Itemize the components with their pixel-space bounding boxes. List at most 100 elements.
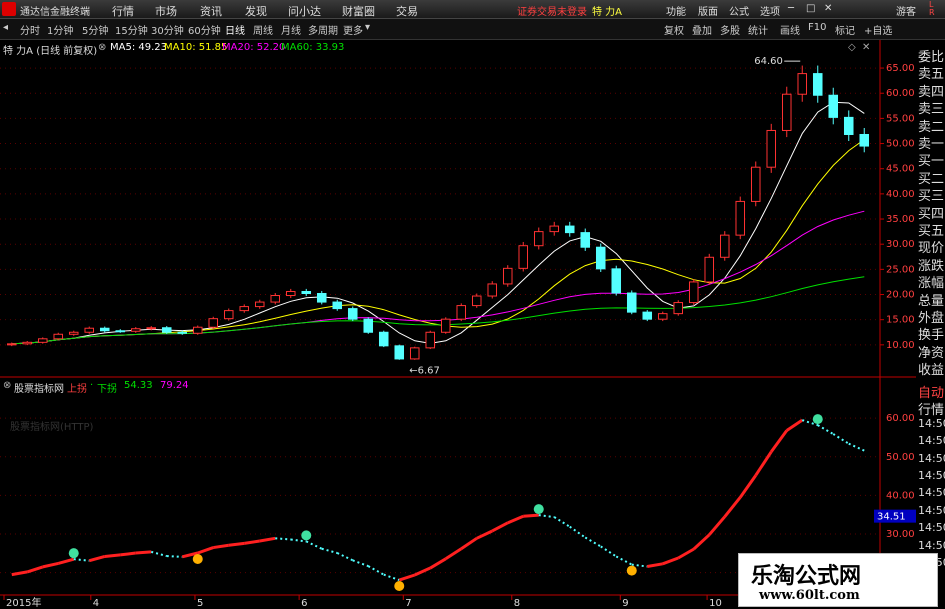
chart-close-icon[interactable]: ✕ [862, 42, 870, 53]
candle-up [719, 234, 730, 258]
candle-down [115, 330, 126, 333]
side-panel-label[interactable]: 14:50 [918, 486, 945, 499]
side-panel-label[interactable]: 涨幅 [918, 272, 944, 291]
add-watchlist-button[interactable]: +自选 [864, 22, 892, 37]
side-panel-label[interactable]: 买五 [918, 220, 944, 239]
side-panel-label[interactable]: 涨跌 [918, 255, 944, 274]
period-tab-monthly[interactable]: 月线 [281, 22, 301, 37]
menu-item-trade[interactable]: 交易 [396, 3, 418, 19]
menu-item-layout[interactable]: 版面 [698, 3, 718, 18]
period-tab-multi[interactable]: 多周期 [308, 22, 338, 37]
side-panel-label[interactable]: 14:50 [918, 434, 945, 447]
login-notice[interactable]: 证券交易未登录 [517, 3, 587, 18]
period-tab-daily[interactable]: 日线 [225, 22, 245, 37]
tool-mark[interactable]: 标记 [835, 22, 855, 37]
menu-item-formula[interactable]: 公式 [729, 3, 749, 18]
side-panel-label[interactable]: 卖一 [918, 133, 944, 152]
side-panel-label[interactable]: 总量 [918, 290, 944, 309]
period-tab-15min[interactable]: 15分钟 [115, 22, 148, 37]
side-panel-label[interactable]: 外盘 [918, 307, 944, 326]
period-tab-60min[interactable]: 60分钟 [188, 22, 221, 37]
side-panel-label[interactable]: 换手 [918, 324, 944, 343]
indicator-up-segment [120, 551, 136, 557]
side-panel-label[interactable]: 卖五 [918, 63, 944, 82]
indicator-settings-icon[interactable]: ⊗ [3, 380, 11, 391]
period-tab-more[interactable]: 更多 [343, 22, 363, 37]
menu-item-options[interactable]: 选项 [760, 3, 780, 18]
price-tick-label: 65.00 [886, 63, 915, 74]
menu-item-quotes[interactable]: 行情 [112, 3, 134, 19]
watermark-url: www.60lt.com [759, 588, 860, 603]
menu-item-discover[interactable]: 发现 [245, 3, 267, 19]
ma-settings-icon[interactable]: ⊗ [98, 42, 106, 53]
period-tab-1min[interactable]: 1分钟 [47, 22, 73, 37]
side-panel-label[interactable]: 行情 [918, 399, 944, 418]
time-tick-label: 10 [709, 598, 722, 609]
candle-down [626, 292, 637, 313]
turn-up-marker [394, 581, 405, 592]
maximize-icon[interactable]: □ [806, 3, 815, 14]
candle-down [859, 133, 870, 147]
candle-down [161, 327, 172, 333]
tool-overlay[interactable]: 叠加 [692, 22, 712, 37]
candle-up [781, 93, 792, 131]
side-panel-label[interactable]: 买四 [918, 203, 944, 222]
side-panel-label[interactable]: 现价 [918, 237, 944, 256]
side-panel-label[interactable]: 14:50 [918, 521, 945, 534]
minimize-icon[interactable]: ─ [788, 3, 794, 14]
candle-up [704, 256, 715, 283]
candle-up [37, 338, 48, 343]
side-panel-label[interactable]: 卖三 [918, 98, 944, 117]
side-panel-label[interactable]: 净资 [918, 342, 944, 361]
menu-item-news[interactable]: 资讯 [200, 3, 222, 19]
period-tab-weekly[interactable]: 周线 [253, 22, 273, 37]
tool-draw-line[interactable]: 画线 [780, 22, 800, 37]
side-panel-label[interactable]: 卖二 [918, 116, 944, 135]
period-tab-timeshare[interactable]: 分时 [20, 22, 40, 37]
candle-up [192, 326, 203, 334]
candle-up [425, 331, 436, 349]
tool-f10[interactable]: F10 [808, 22, 826, 33]
app-title: 通达信金融终端 [20, 7, 90, 18]
candle-up [223, 310, 234, 320]
indicator-tick-label: 30.00 [886, 529, 915, 540]
menu-item-function[interactable]: 功能 [666, 3, 686, 18]
indicator-dot-sep: · [90, 380, 94, 391]
candle-up [518, 245, 529, 269]
side-panel-label[interactable]: 14:50 [918, 469, 945, 482]
kline-chart[interactable]: 65.00 60.00 55.00 50.00 45.00 40.00 35.00 30.00… [0, 40, 916, 609]
side-panel-label[interactable]: 14:50 [918, 504, 945, 517]
candle-up [239, 306, 250, 312]
tool-statistics[interactable]: 统计 [748, 22, 768, 37]
side-panel-label[interactable]: 买三 [918, 185, 944, 204]
lr-icon[interactable]: LR [929, 1, 935, 17]
turn-down-marker [68, 548, 79, 559]
side-panel-label[interactable]: 卖四 [918, 81, 944, 100]
side-panel-label[interactable]: 收益 [918, 359, 944, 378]
candle-up [146, 327, 157, 330]
ma60-value: MA60: 33.93 [281, 42, 345, 53]
chart-settings-icon[interactable]: ◇ [848, 42, 856, 53]
turn-down-marker [533, 504, 544, 515]
side-panel-label[interactable]: 买一 [918, 150, 944, 169]
candle-down [316, 293, 327, 303]
close-icon[interactable]: ✕ [824, 3, 832, 14]
candle-up [766, 129, 777, 168]
more-dropdown-icon[interactable]: ▾ [365, 22, 370, 33]
guest-label[interactable]: 游客 [896, 3, 916, 18]
menu-item-assistant[interactable]: 问小达 [288, 3, 321, 19]
side-panel-label[interactable]: 委比 [918, 46, 944, 65]
left-arrow-icon[interactable]: ◂ [3, 22, 8, 33]
tool-multi-stock[interactable]: 多股 [720, 22, 740, 37]
side-panel-label[interactable]: 买二 [918, 168, 944, 187]
tool-restore-rights[interactable]: 复权 [664, 22, 684, 37]
side-panel-label[interactable]: 自动 [918, 382, 944, 401]
period-tab-30min[interactable]: 30分钟 [151, 22, 184, 37]
side-panel-label[interactable]: 14:50 [918, 452, 945, 465]
side-panel-label[interactable]: 14:50 [918, 539, 945, 552]
menu-item-market[interactable]: 市场 [155, 3, 177, 19]
ma20-value: MA20: 52.20 [222, 42, 286, 53]
side-panel-label[interactable]: 14:50 [918, 417, 945, 430]
period-tab-5min[interactable]: 5分钟 [82, 22, 108, 37]
menu-item-wealth[interactable]: 财富圈 [342, 3, 375, 19]
